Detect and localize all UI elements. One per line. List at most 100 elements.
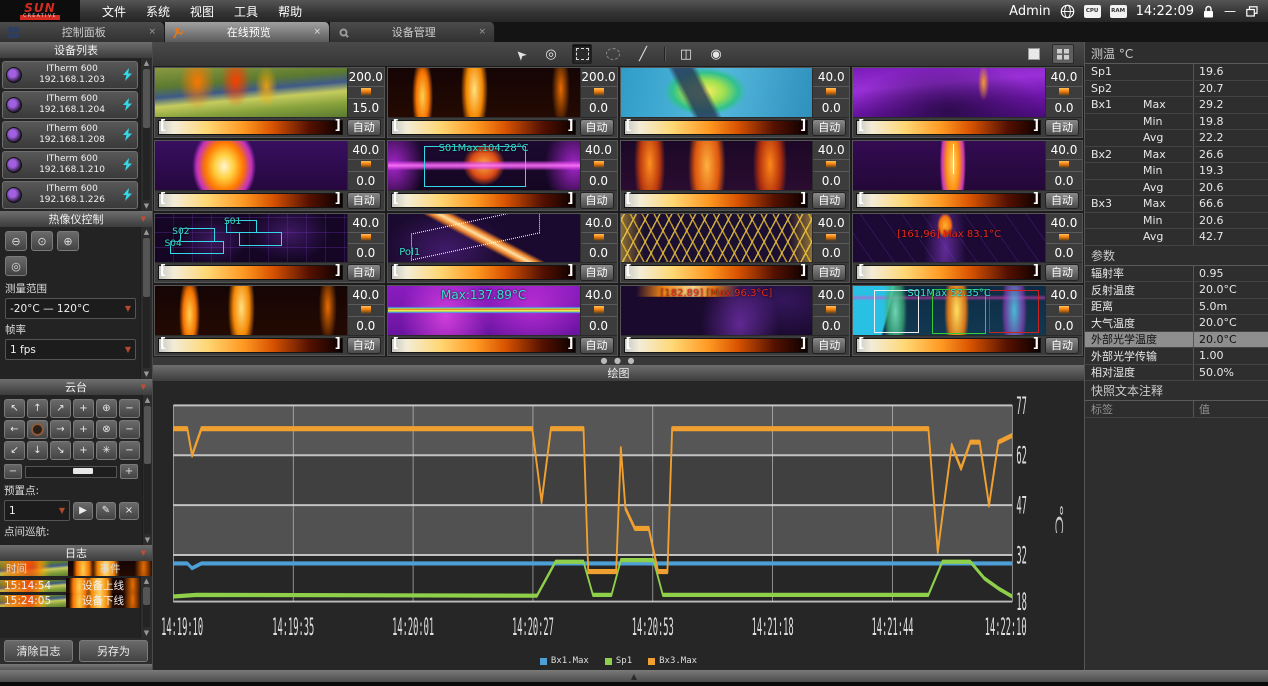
ptz-speed-slider[interactable]: − +: [4, 464, 138, 479]
camera-view[interactable]: [388, 68, 581, 117]
device-item[interactable]: ITherm 600192.168.1.210: [2, 151, 138, 179]
iris-minus-button[interactable]: −: [119, 441, 140, 460]
camera-control-scrollbar[interactable]: ▲▼: [140, 227, 152, 379]
auto-scale-button[interactable]: 自动: [1045, 264, 1079, 281]
auto-scale-button[interactable]: 自动: [580, 119, 614, 136]
network-globe-icon[interactable]: [1060, 4, 1075, 19]
ptz-camera-tool[interactable]: ◉: [707, 45, 725, 63]
ptz-right-button[interactable]: →: [50, 420, 71, 439]
menu-item[interactable]: 工具: [226, 1, 266, 22]
palette-range-bar[interactable]: [391, 120, 576, 135]
logged-user[interactable]: Admin: [1009, 4, 1050, 19]
slider-plus-button[interactable]: +: [120, 464, 138, 479]
scroll-down-icon[interactable]: ▼: [144, 201, 149, 211]
palette-range-bar[interactable]: [624, 120, 809, 135]
menu-item[interactable]: 文件: [94, 1, 134, 22]
rect-roi-tool[interactable]: [572, 44, 592, 64]
frame-rate-select[interactable]: 1 fps ▼: [5, 339, 136, 360]
ptz-up-left-button[interactable]: ↖: [4, 399, 25, 418]
zoom-minus-button[interactable]: −: [119, 399, 140, 418]
palette-range-bar[interactable]: [856, 120, 1041, 135]
palette-range-bar[interactable]: [624, 265, 809, 280]
tab-设备管理[interactable]: 设备管理×: [330, 22, 495, 42]
param-row[interactable]: 大气温度20.0°C: [1085, 315, 1268, 332]
device-item[interactable]: ITherm 600192.168.1.226: [2, 181, 138, 209]
auto-scale-button[interactable]: 自动: [347, 119, 381, 136]
auto-scale-button[interactable]: 自动: [580, 337, 614, 354]
ptz-scrollbar[interactable]: ▲▼: [142, 395, 152, 545]
palette-range-bar[interactable]: [158, 338, 343, 353]
collapse-arrow-icon[interactable]: ▲: [631, 672, 637, 681]
palette-range-bar[interactable]: [391, 338, 576, 353]
ptz-down-right-button[interactable]: ↘: [50, 441, 71, 460]
focus-icon-button[interactable]: ⊗: [96, 420, 117, 439]
autofocus-button[interactable]: ◎: [5, 256, 27, 276]
auto-scale-button[interactable]: 自动: [347, 264, 381, 281]
zoom-plus-button[interactable]: +: [73, 399, 94, 418]
clear-log-button[interactable]: 清除日志: [4, 640, 73, 662]
auto-scale-button[interactable]: 自动: [812, 119, 846, 136]
tab-在线预览[interactable]: 在线预览×: [165, 22, 330, 42]
palette-range-bar[interactable]: [624, 338, 809, 353]
tab-控制面板[interactable]: 控制面板×: [0, 22, 165, 42]
auto-scale-button[interactable]: 自动: [812, 192, 846, 209]
palette-range-bar[interactable]: [624, 193, 809, 208]
palette-range-bar[interactable]: [856, 338, 1041, 353]
single-view-button[interactable]: [1024, 45, 1044, 63]
tab-close-icon[interactable]: ×: [313, 27, 321, 37]
preset-select[interactable]: 1 ▼: [4, 500, 70, 521]
camera-view[interactable]: S01Max 52.35°C: [853, 286, 1046, 335]
ptz-center-button[interactable]: [27, 420, 48, 439]
device-item[interactable]: ITherm 600192.168.1.203: [2, 61, 138, 89]
auto-scale-button[interactable]: 自动: [812, 264, 846, 281]
ptz-up-right-button[interactable]: ↗: [50, 399, 71, 418]
camera-view[interactable]: Pol1: [388, 214, 581, 263]
measure-range-select[interactable]: -20°C — 120°C ▼: [5, 298, 136, 319]
device-list-scrollbar[interactable]: ▲ ▼: [140, 58, 152, 211]
param-row[interactable]: 外部光学温度20.0°C: [1085, 332, 1268, 349]
camera-view[interactable]: [182,89] [Max 96.3°C]: [621, 286, 814, 335]
menu-item[interactable]: 帮助: [270, 1, 310, 22]
ptz-down-left-button[interactable]: ↙: [4, 441, 25, 460]
multi-view-button[interactable]: [1052, 44, 1074, 64]
palette-range-bar[interactable]: [856, 265, 1041, 280]
connect-lightning-icon[interactable]: [122, 126, 134, 145]
camera-control-header[interactable]: 热像仪控制 ▼: [0, 211, 152, 227]
device-item[interactable]: ITherm 600192.168.1.208: [2, 121, 138, 149]
spot-tool[interactable]: ◎: [542, 45, 560, 63]
camera-view[interactable]: [155, 141, 348, 190]
iris-icon-button[interactable]: ✳: [96, 441, 117, 460]
snapshot-cube-tool[interactable]: ◫: [677, 45, 695, 63]
ptz-left-button[interactable]: ←: [4, 420, 25, 439]
ptz-header[interactable]: 云台 ▼: [0, 379, 152, 395]
auto-scale-button[interactable]: 自动: [812, 337, 846, 354]
auto-scale-button[interactable]: 自动: [347, 192, 381, 209]
palette-range-bar[interactable]: [158, 193, 343, 208]
param-row[interactable]: 相对湿度50.0%: [1085, 365, 1268, 382]
save-as-button[interactable]: 另存为: [79, 640, 148, 662]
camera-view[interactable]: [621, 214, 814, 263]
ptz-down-button[interactable]: ↓: [27, 441, 48, 460]
camera-view[interactable]: [161,96] Max 83.1°C: [853, 214, 1046, 263]
param-row[interactable]: 距离5.0m: [1085, 299, 1268, 316]
cpu-icon[interactable]: CPU: [1084, 5, 1101, 18]
plot-splitter[interactable]: ● ● ●: [153, 357, 1084, 365]
slider-handle[interactable]: [73, 468, 93, 474]
auto-scale-button[interactable]: 自动: [1045, 337, 1079, 354]
camera-view[interactable]: [621, 68, 814, 117]
connect-lightning-icon[interactable]: [122, 156, 134, 175]
log-header[interactable]: 日志 ▼: [0, 545, 152, 561]
zoom-icon-button[interactable]: ⊕: [96, 399, 117, 418]
preset-delete-button[interactable]: ×: [119, 502, 139, 520]
plot-panel-header[interactable]: 绘图: [153, 365, 1084, 381]
auto-scale-button[interactable]: 自动: [580, 192, 614, 209]
focus-near-button[interactable]: ⊕: [57, 231, 79, 251]
tab-close-icon[interactable]: ×: [478, 27, 486, 37]
auto-scale-button[interactable]: 自动: [580, 264, 614, 281]
palette-range-bar[interactable]: [158, 120, 343, 135]
iris-plus-button[interactable]: +: [73, 441, 94, 460]
connect-lightning-icon[interactable]: [122, 66, 134, 85]
camera-view[interactable]: Max:137.89°C: [388, 286, 581, 335]
palette-range-bar[interactable]: [158, 265, 343, 280]
restore-button[interactable]: [1246, 6, 1258, 17]
